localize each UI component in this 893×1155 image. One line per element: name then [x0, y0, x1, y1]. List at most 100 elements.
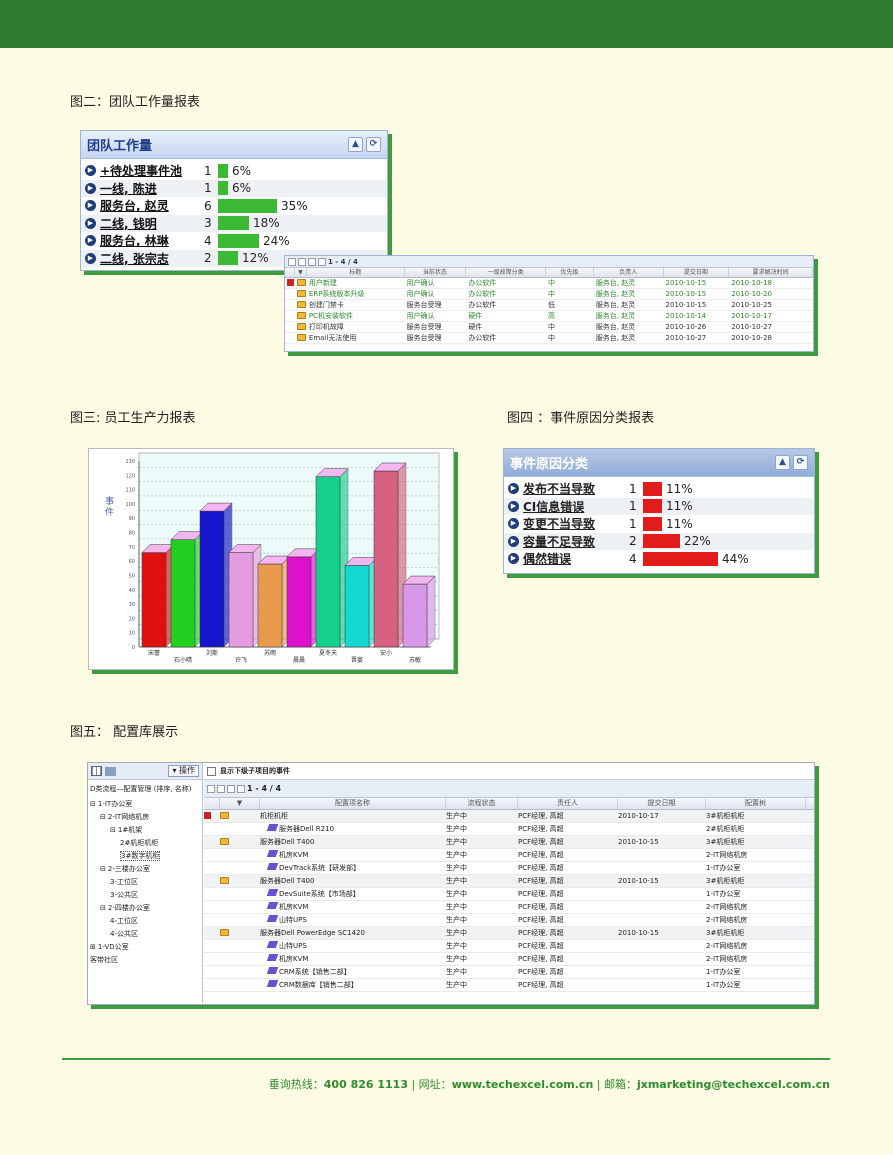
- cause-link[interactable]: 偶然错误: [523, 550, 629, 567]
- last-page-icon[interactable]: [237, 784, 245, 793]
- assignee-link[interactable]: 服务台, 赵灵: [100, 197, 204, 214]
- refresh-icon[interactable]: ⟳: [366, 137, 381, 152]
- table-cell[interactable]: CRM系统【销售二部】: [260, 967, 446, 977]
- table-row[interactable]: 服务器Dell T400 生产中 PCF经理, 高超 2010-10-15 3#机柜机柜: [204, 875, 814, 888]
- table-cell[interactable]: 山特UPS: [260, 915, 446, 925]
- table-row[interactable]: ERP系统版本升级 用户确认 办公软件 中 服务台, 赵灵 2010-10-15 2010-…: [285, 289, 813, 300]
- table-cell[interactable]: 机柜机柜: [260, 811, 446, 821]
- table-cell[interactable]: Email无法使用: [307, 333, 405, 343]
- table-cell[interactable]: CRM数据库【销售二部】: [260, 980, 446, 990]
- expand-icon[interactable]: ⊟: [100, 865, 106, 873]
- cause-link[interactable]: CI信息错误: [523, 498, 629, 515]
- table-row[interactable]: 山特UPS 生产中 PCF经理, 高超 2-IT网络机房: [204, 914, 814, 927]
- table-cell[interactable]: 创建门禁卡: [307, 300, 405, 310]
- expand-icon[interactable]: ⊟: [110, 826, 116, 834]
- tree-item[interactable]: 3-公共区: [90, 889, 200, 902]
- cause-link[interactable]: 容量不足导致: [523, 533, 629, 550]
- column-header[interactable]: 提交日期: [618, 798, 706, 809]
- table-cell[interactable]: 服务器Dell PowerEdge SC1420: [260, 928, 446, 938]
- first-page-icon[interactable]: [207, 784, 215, 793]
- table-row[interactable]: 服务器Dell T400 生产中 PCF经理, 高超 2010-10-15 3#机柜机柜: [204, 836, 814, 849]
- tree-item[interactable]: 2#机柜机柜: [90, 837, 200, 850]
- column-header[interactable]: 当前状态: [405, 268, 467, 277]
- table-cell[interactable]: 机房KVM: [260, 954, 446, 964]
- table-row[interactable]: 机房KVM 生产中 PCF经理, 高超 2-IT网络机房: [204, 901, 814, 914]
- tree-item[interactable]: 客带社区: [90, 954, 200, 967]
- last-page-icon[interactable]: [318, 257, 326, 266]
- table-row[interactable]: 打印机故障 服务台受理 硬件 中 服务台, 赵灵 2010-10-26 2010-10-27: [285, 322, 813, 333]
- cause-link[interactable]: 变更不当导致: [523, 515, 629, 532]
- first-page-icon[interactable]: [288, 257, 296, 266]
- tree-item[interactable]: ⊟ 2-IT网络机房: [90, 811, 200, 824]
- tree-item[interactable]: 4-公共区: [90, 928, 200, 941]
- table-row[interactable]: Email无法使用 服务台受理 办公软件 中 服务台, 赵灵 2010-10-27 2010…: [285, 333, 813, 344]
- tree-item[interactable]: 4-工位区: [90, 915, 200, 928]
- table-row[interactable]: 机房KVM 生产中 PCF经理, 高超 2-IT网络机房: [204, 953, 814, 966]
- expand-icon[interactable]: ⊞: [90, 943, 96, 951]
- table-cell[interactable]: 打印机故障: [307, 322, 405, 332]
- table-row[interactable]: 用户新建 用户确认 办公软件 中 服务台, 赵灵 2010-10-15 2010-10-18: [285, 278, 813, 289]
- column-header[interactable]: 标题: [307, 268, 405, 277]
- column-header[interactable]: 优先级: [546, 268, 594, 277]
- assignee-link[interactable]: 服务台, 林琳: [100, 232, 204, 249]
- column-header[interactable]: 负责人: [594, 268, 664, 277]
- filter-icon[interactable]: ▼: [220, 798, 260, 809]
- table-row[interactable]: DevTrack系统【研发部】 生产中 PCF经理, 高超 1-IT办公室: [204, 862, 814, 875]
- tree-item[interactable]: 3-工位区: [90, 876, 200, 889]
- table-cell[interactable]: DevSuite系统【市场部】: [260, 889, 446, 899]
- expand-icon[interactable]: ⊟: [90, 800, 96, 808]
- table-row[interactable]: 山特UPS 生产中 PCF经理, 高超 2-IT网络机房: [204, 940, 814, 953]
- prev-page-icon[interactable]: [298, 257, 306, 266]
- expand-icon[interactable]: ⊟: [100, 813, 106, 821]
- tree-item[interactable]: ⊟ 1-IT办公室: [90, 798, 200, 811]
- table-cell[interactable]: 机房KVM: [260, 850, 446, 860]
- table-row[interactable]: 服务器Dell R210 生产中 PCF经理, 高超 2#机柜机柜: [204, 823, 814, 836]
- collapse-icon[interactable]: ▲: [775, 455, 790, 470]
- column-header[interactable]: 配置项名称: [260, 798, 446, 809]
- cause-link[interactable]: 发布不当导致: [523, 480, 629, 497]
- table-row[interactable]: PC机安装软件 用户确认 硬件 高 服务台, 赵灵 2010-10-14 2010-10-1…: [285, 311, 813, 322]
- column-header[interactable]: 流程状态: [446, 798, 518, 809]
- table-cell[interactable]: 山特UPS: [260, 941, 446, 951]
- table-cell[interactable]: 服务器Dell T400: [260, 876, 446, 886]
- prev-page-icon[interactable]: [217, 784, 225, 793]
- email-link[interactable]: jxmarketing@techexcel.com.cn: [637, 1078, 830, 1091]
- folder-icon[interactable]: [105, 766, 116, 776]
- table-cell[interactable]: PC机安装软件: [307, 311, 405, 321]
- assignee-link[interactable]: 二线, 张宗志: [100, 250, 204, 267]
- table-cell[interactable]: ERP系统版本升级: [307, 289, 405, 299]
- column-header[interactable]: 一级故障分类: [466, 268, 547, 277]
- table-cell[interactable]: DevTrack系统【研发部】: [260, 863, 446, 873]
- table-row[interactable]: 服务器Dell PowerEdge SC1420 生产中 PCF经理, 高超 2010…: [204, 927, 814, 940]
- tree-item[interactable]: 3#数字机柜: [90, 850, 200, 863]
- column-header[interactable]: 配置树: [706, 798, 806, 809]
- table-row[interactable]: CRM数据库【销售二部】 生产中 PCF经理, 高超 1-IT办公室: [204, 979, 814, 992]
- grid-view-icon[interactable]: [91, 766, 102, 776]
- table-cell[interactable]: 服务器Dell R210: [260, 824, 446, 834]
- show-sub-checkbox[interactable]: [207, 766, 216, 776]
- refresh-icon[interactable]: ⟳: [793, 455, 808, 470]
- column-header[interactable]: 提交日期: [664, 268, 730, 277]
- table-cell[interactable]: 服务器Dell T400: [260, 837, 446, 847]
- collapse-icon[interactable]: ▲: [348, 137, 363, 152]
- column-header[interactable]: 要求解决时间: [729, 268, 813, 277]
- next-page-icon[interactable]: [227, 784, 235, 793]
- table-cell[interactable]: 用户新建: [307, 278, 405, 288]
- tree-item[interactable]: ⊞ 1-VD公室: [90, 941, 200, 954]
- table-cell[interactable]: 机房KVM: [260, 902, 446, 912]
- tree-item[interactable]: ⊟ 2-三楼办公室: [90, 863, 200, 876]
- operation-button[interactable]: ▾ 操作: [168, 765, 199, 777]
- table-row[interactable]: 机柜机柜 生产中 PCF经理, 高超 2010-10-17 3#机柜机柜: [204, 810, 814, 823]
- expand-icon[interactable]: ⊟: [100, 904, 106, 912]
- table-row[interactable]: CRM系统【销售二部】 生产中 PCF经理, 高超 1-IT办公室: [204, 966, 814, 979]
- tree-item[interactable]: ⊟ 2-四楼办公室: [90, 902, 200, 915]
- column-header[interactable]: 责任人: [518, 798, 618, 809]
- table-row[interactable]: 机房KVM 生产中 PCF经理, 高超 2-IT网络机房: [204, 849, 814, 862]
- assignee-link[interactable]: +待处理事件池: [100, 162, 204, 179]
- tree-item[interactable]: ⊟ 1#机架: [90, 824, 200, 837]
- website-link[interactable]: www.techexcel.com.cn: [452, 1078, 594, 1091]
- assignee-link[interactable]: 一线, 陈进: [100, 180, 204, 197]
- table-row[interactable]: DevSuite系统【市场部】 生产中 PCF经理, 高超 1-IT办公室: [204, 888, 814, 901]
- table-row[interactable]: 创建门禁卡 服务台受理 办公软件 低 服务台, 赵灵 2010-10-15 2010-10-…: [285, 300, 813, 311]
- column-header[interactable]: [285, 268, 295, 277]
